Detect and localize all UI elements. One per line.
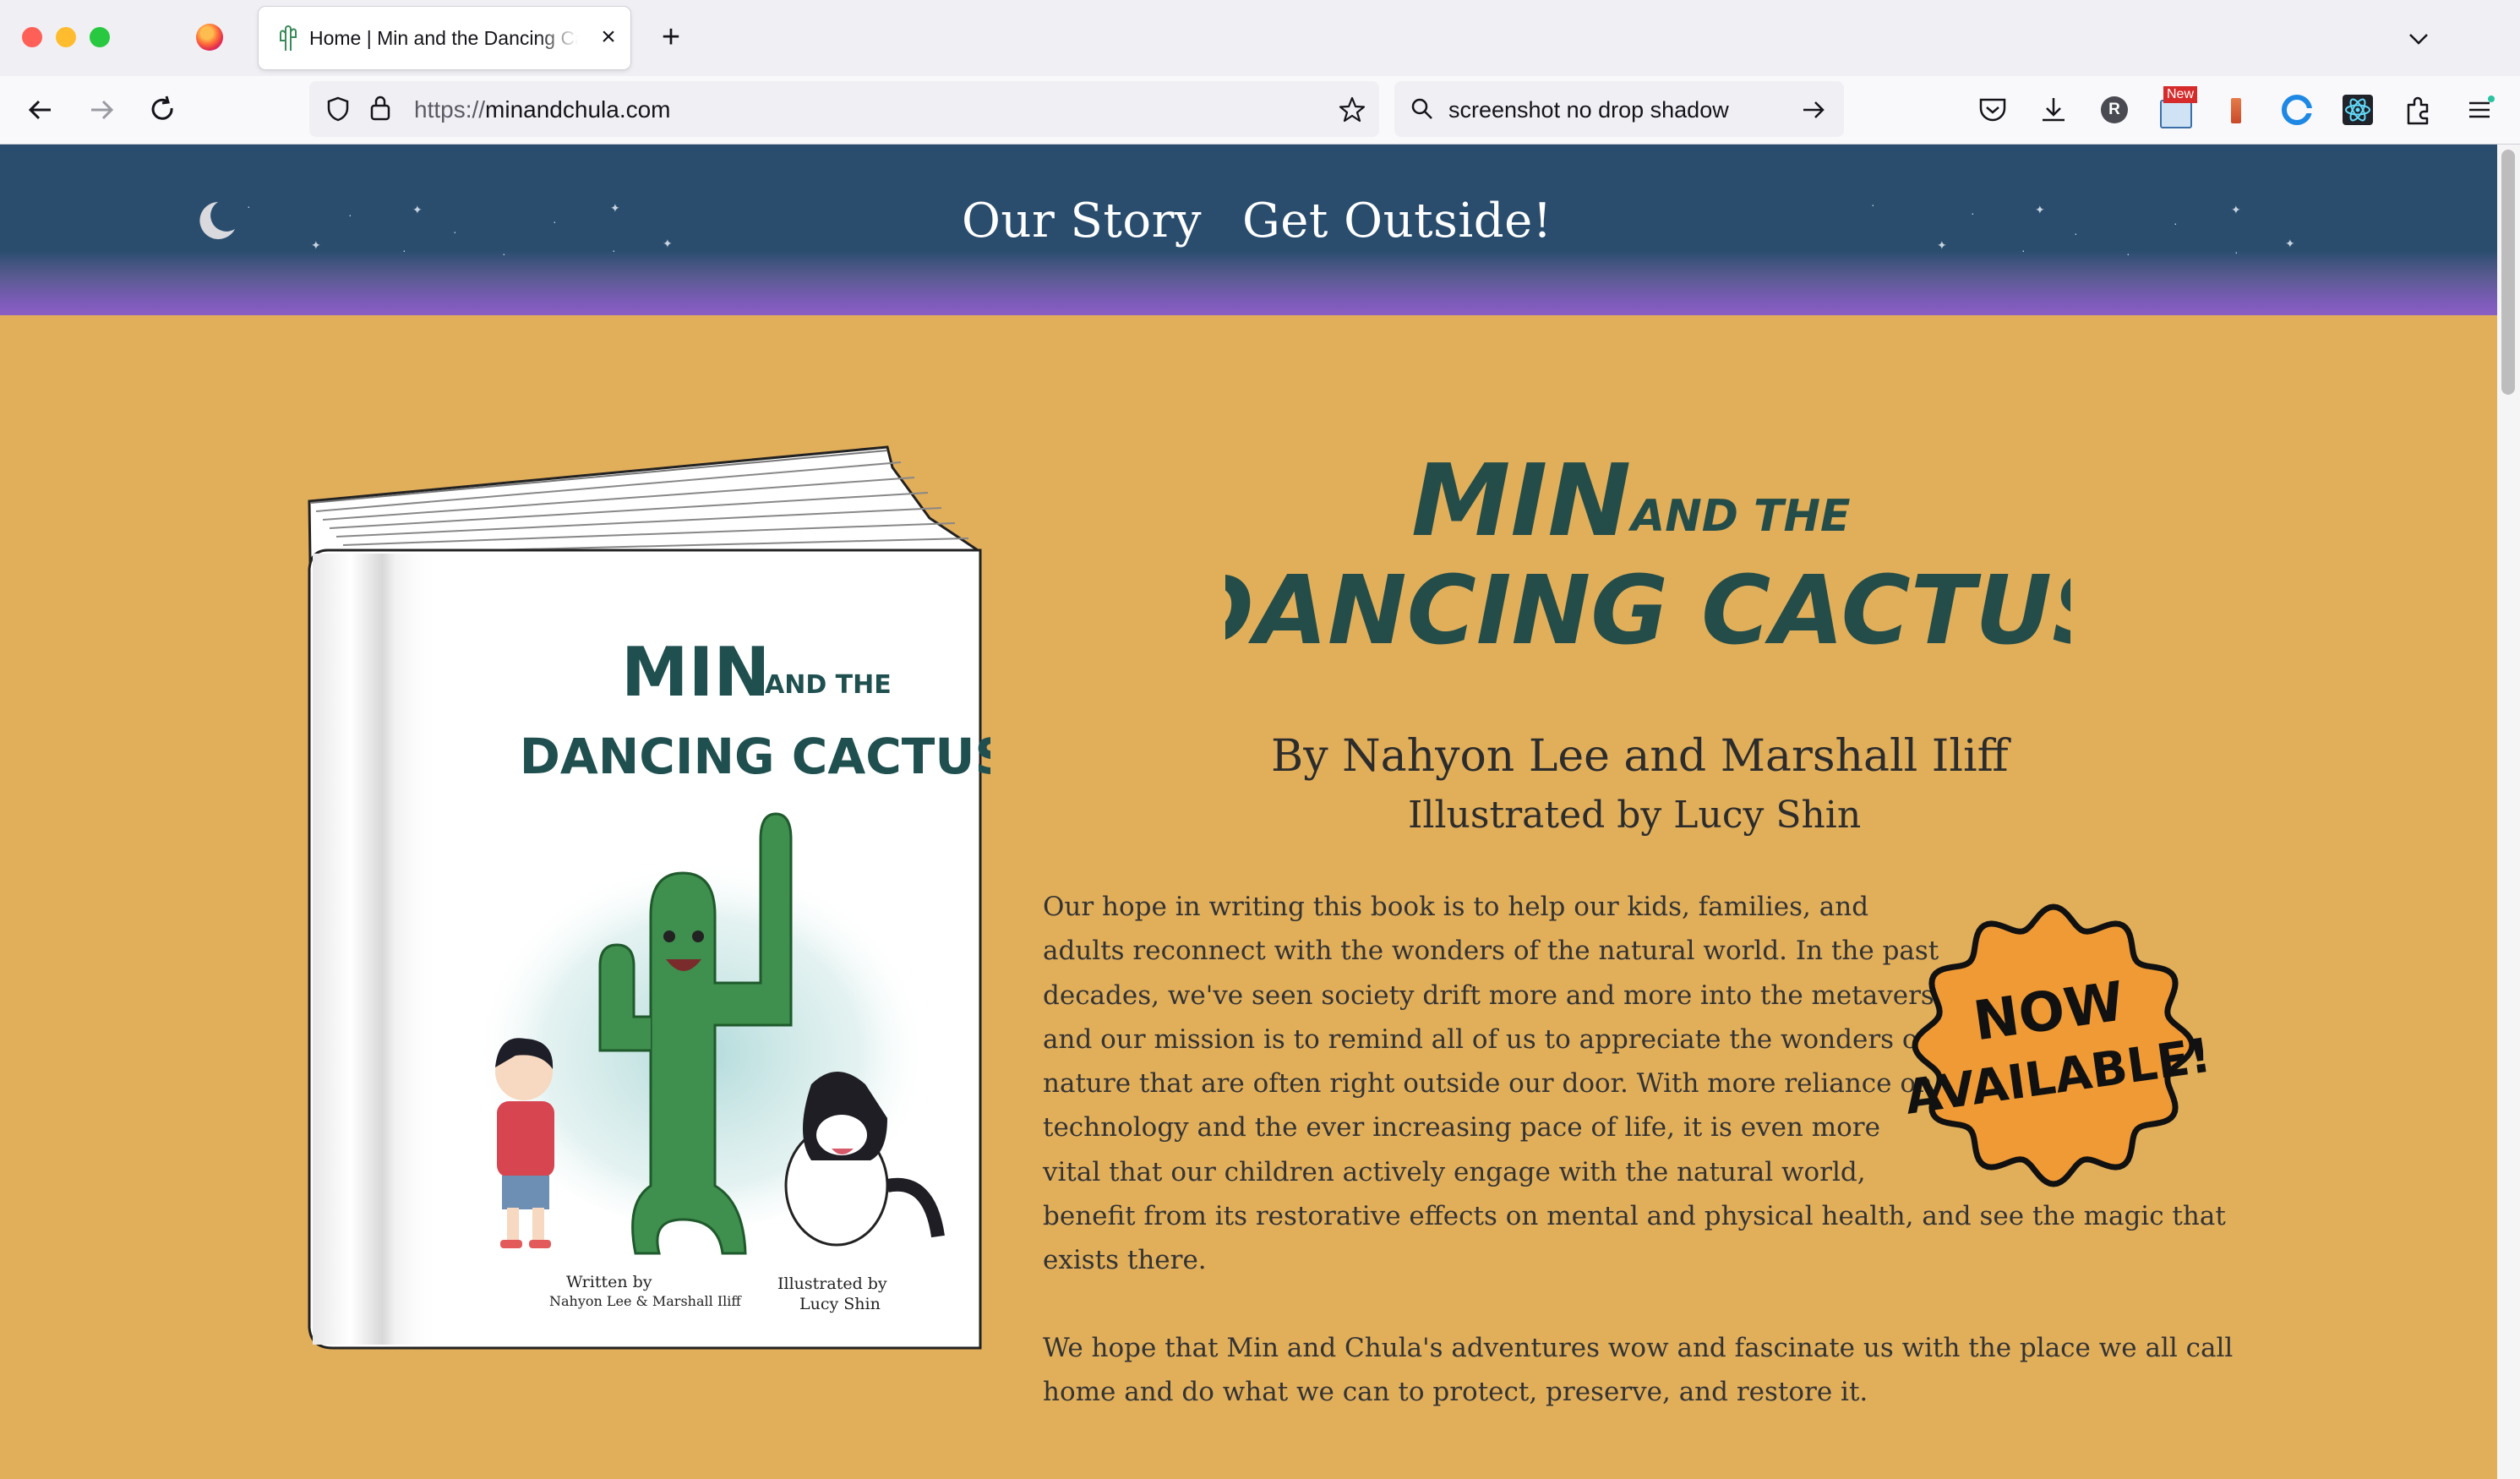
url-domain: minandchula.com [485,96,671,123]
extensions-puzzle-icon[interactable] [2400,91,2437,128]
address-bar[interactable]: https://minandchula.com [309,81,1379,137]
star-icon: ✦ [412,203,423,216]
star-icon: · [2174,216,2178,230]
pocket-icon[interactable] [1974,91,2011,128]
cover-illustrated-by-label: Illustrated by [777,1274,887,1293]
paragraph-line: We hope that Min and Chula's adventures … [1043,1333,2234,1363]
star-icon: · [2021,243,2026,257]
star-icon: · [247,199,251,213]
app-menu-icon[interactable] [2461,91,2498,128]
cover-title-min: MIN [621,633,770,712]
star-icon: · [553,215,557,228]
star-icon: · [2074,226,2078,240]
cover-authors: Nahyon Lee & Marshall Iliff [549,1293,742,1309]
star-icon: · [453,225,457,238]
tab-title: Home | Min and the Dancing Cactus [309,27,578,49]
close-window-button[interactable] [22,27,42,47]
star-icon: ✦ [311,238,321,252]
vertical-scrollbar[interactable] [2497,145,2520,1479]
cover-written-by-label: Written by [566,1273,652,1291]
shield-icon[interactable] [325,96,352,123]
cover-title-and-the: AND THE [765,670,892,700]
extension-edge-icon[interactable] [2278,91,2315,128]
star-icon: · [1871,198,1875,211]
star-icon: ✦ [2285,237,2295,250]
firefox-icon[interactable] [196,24,223,51]
title-and-the: AND THE [1628,491,1851,542]
star-icon: ✦ [2231,203,2241,216]
star-icon: ✦ [610,201,620,215]
cover-title-dancing-cactus: DANCING CACTUS [520,728,990,785]
star-icon: · [402,243,406,257]
go-arrow-icon[interactable] [1800,96,1827,123]
nav-link-our-story[interactable]: Our Story [962,194,1202,248]
illustrator-byline: Illustrated by Lucy Shin [1408,794,1862,837]
book-cover-illustration: MIN AND THE DANCING CACTUS Written by Na… [308,445,990,1350]
chevron-down-icon[interactable] [2402,22,2435,56]
cactus-favicon-icon [280,25,297,51]
star-icon: ✦ [663,237,673,250]
cover-illustrator: Lucy Shin [799,1295,881,1313]
close-tab-icon[interactable]: × [593,22,624,52]
extension-bottle-icon[interactable] [2217,91,2255,128]
star-icon: ✦ [2035,203,2045,216]
back-arrow-icon[interactable] [20,90,61,130]
new-badge: New [2163,86,2198,103]
site-header: · ✦ · · ✦ · · · ✦ · ✦ Our Story Get Outs… [0,145,2497,315]
star-icon: · [502,247,506,260]
title-dancing-cactus: DANCING CACTUS [1225,556,2070,653]
downloads-icon[interactable] [2035,91,2072,128]
reload-icon[interactable] [142,90,183,130]
paragraph-line: exists there. [1043,1245,1207,1276]
star-icon: ✦ [1937,238,1947,252]
star-icon: · [2126,247,2130,260]
search-bar[interactable]: screenshot no drop shadow [1394,81,1844,137]
search-input[interactable]: screenshot no drop shadow [1448,97,1729,123]
extension-new-icon[interactable]: New [2157,86,2198,128]
profile-avatar[interactable]: R [2096,91,2133,128]
main-content: MIN AND THE DANCING CACTUS Written by Na… [0,315,2497,1479]
book-title: MIN AND THE DANCING CACTUS [1225,442,2070,653]
star-icon: · [1971,206,1975,220]
star-icon: · [2234,245,2239,259]
scrollbar-thumb[interactable] [2501,150,2515,395]
react-devtools-icon[interactable] [2339,91,2376,128]
forward-arrow-icon[interactable] [81,90,122,130]
bookmark-star-icon[interactable] [1337,95,1367,125]
search-icon [1411,98,1432,119]
url-text: https://minandchula.com [414,96,671,123]
star-icon: · [348,208,352,221]
lock-icon[interactable] [368,94,392,123]
zoom-window-button[interactable] [90,27,110,47]
title-min: MIN [1411,442,1631,559]
paragraph-line: home and do what we can to protect, pres… [1043,1377,1868,1408]
url-protocol: https:// [414,96,486,123]
browser-toolbar: https://minandchula.com screenshot no dr… [0,76,2520,145]
author-byline: By Nahyon Lee and Marshall Iliff [1271,731,2009,782]
profile-initial: R [2101,96,2128,123]
nav-link-get-outside[interactable]: Get Outside! [1242,194,1552,248]
now-available-badge[interactable]: NOW AVAILABLE! [1898,890,2209,1201]
active-tab[interactable]: Home | Min and the Dancing Cactus × [259,7,630,69]
browser-tab-bar: Home | Min and the Dancing Cactus × + [0,0,2520,76]
star-icon: · [612,243,616,257]
moon-icon [199,202,235,239]
mission-paragraph: We hope that Min and Chula's adventures … [1043,1326,2233,1415]
minimize-window-button[interactable] [56,27,76,47]
new-tab-button[interactable]: + [654,20,688,54]
